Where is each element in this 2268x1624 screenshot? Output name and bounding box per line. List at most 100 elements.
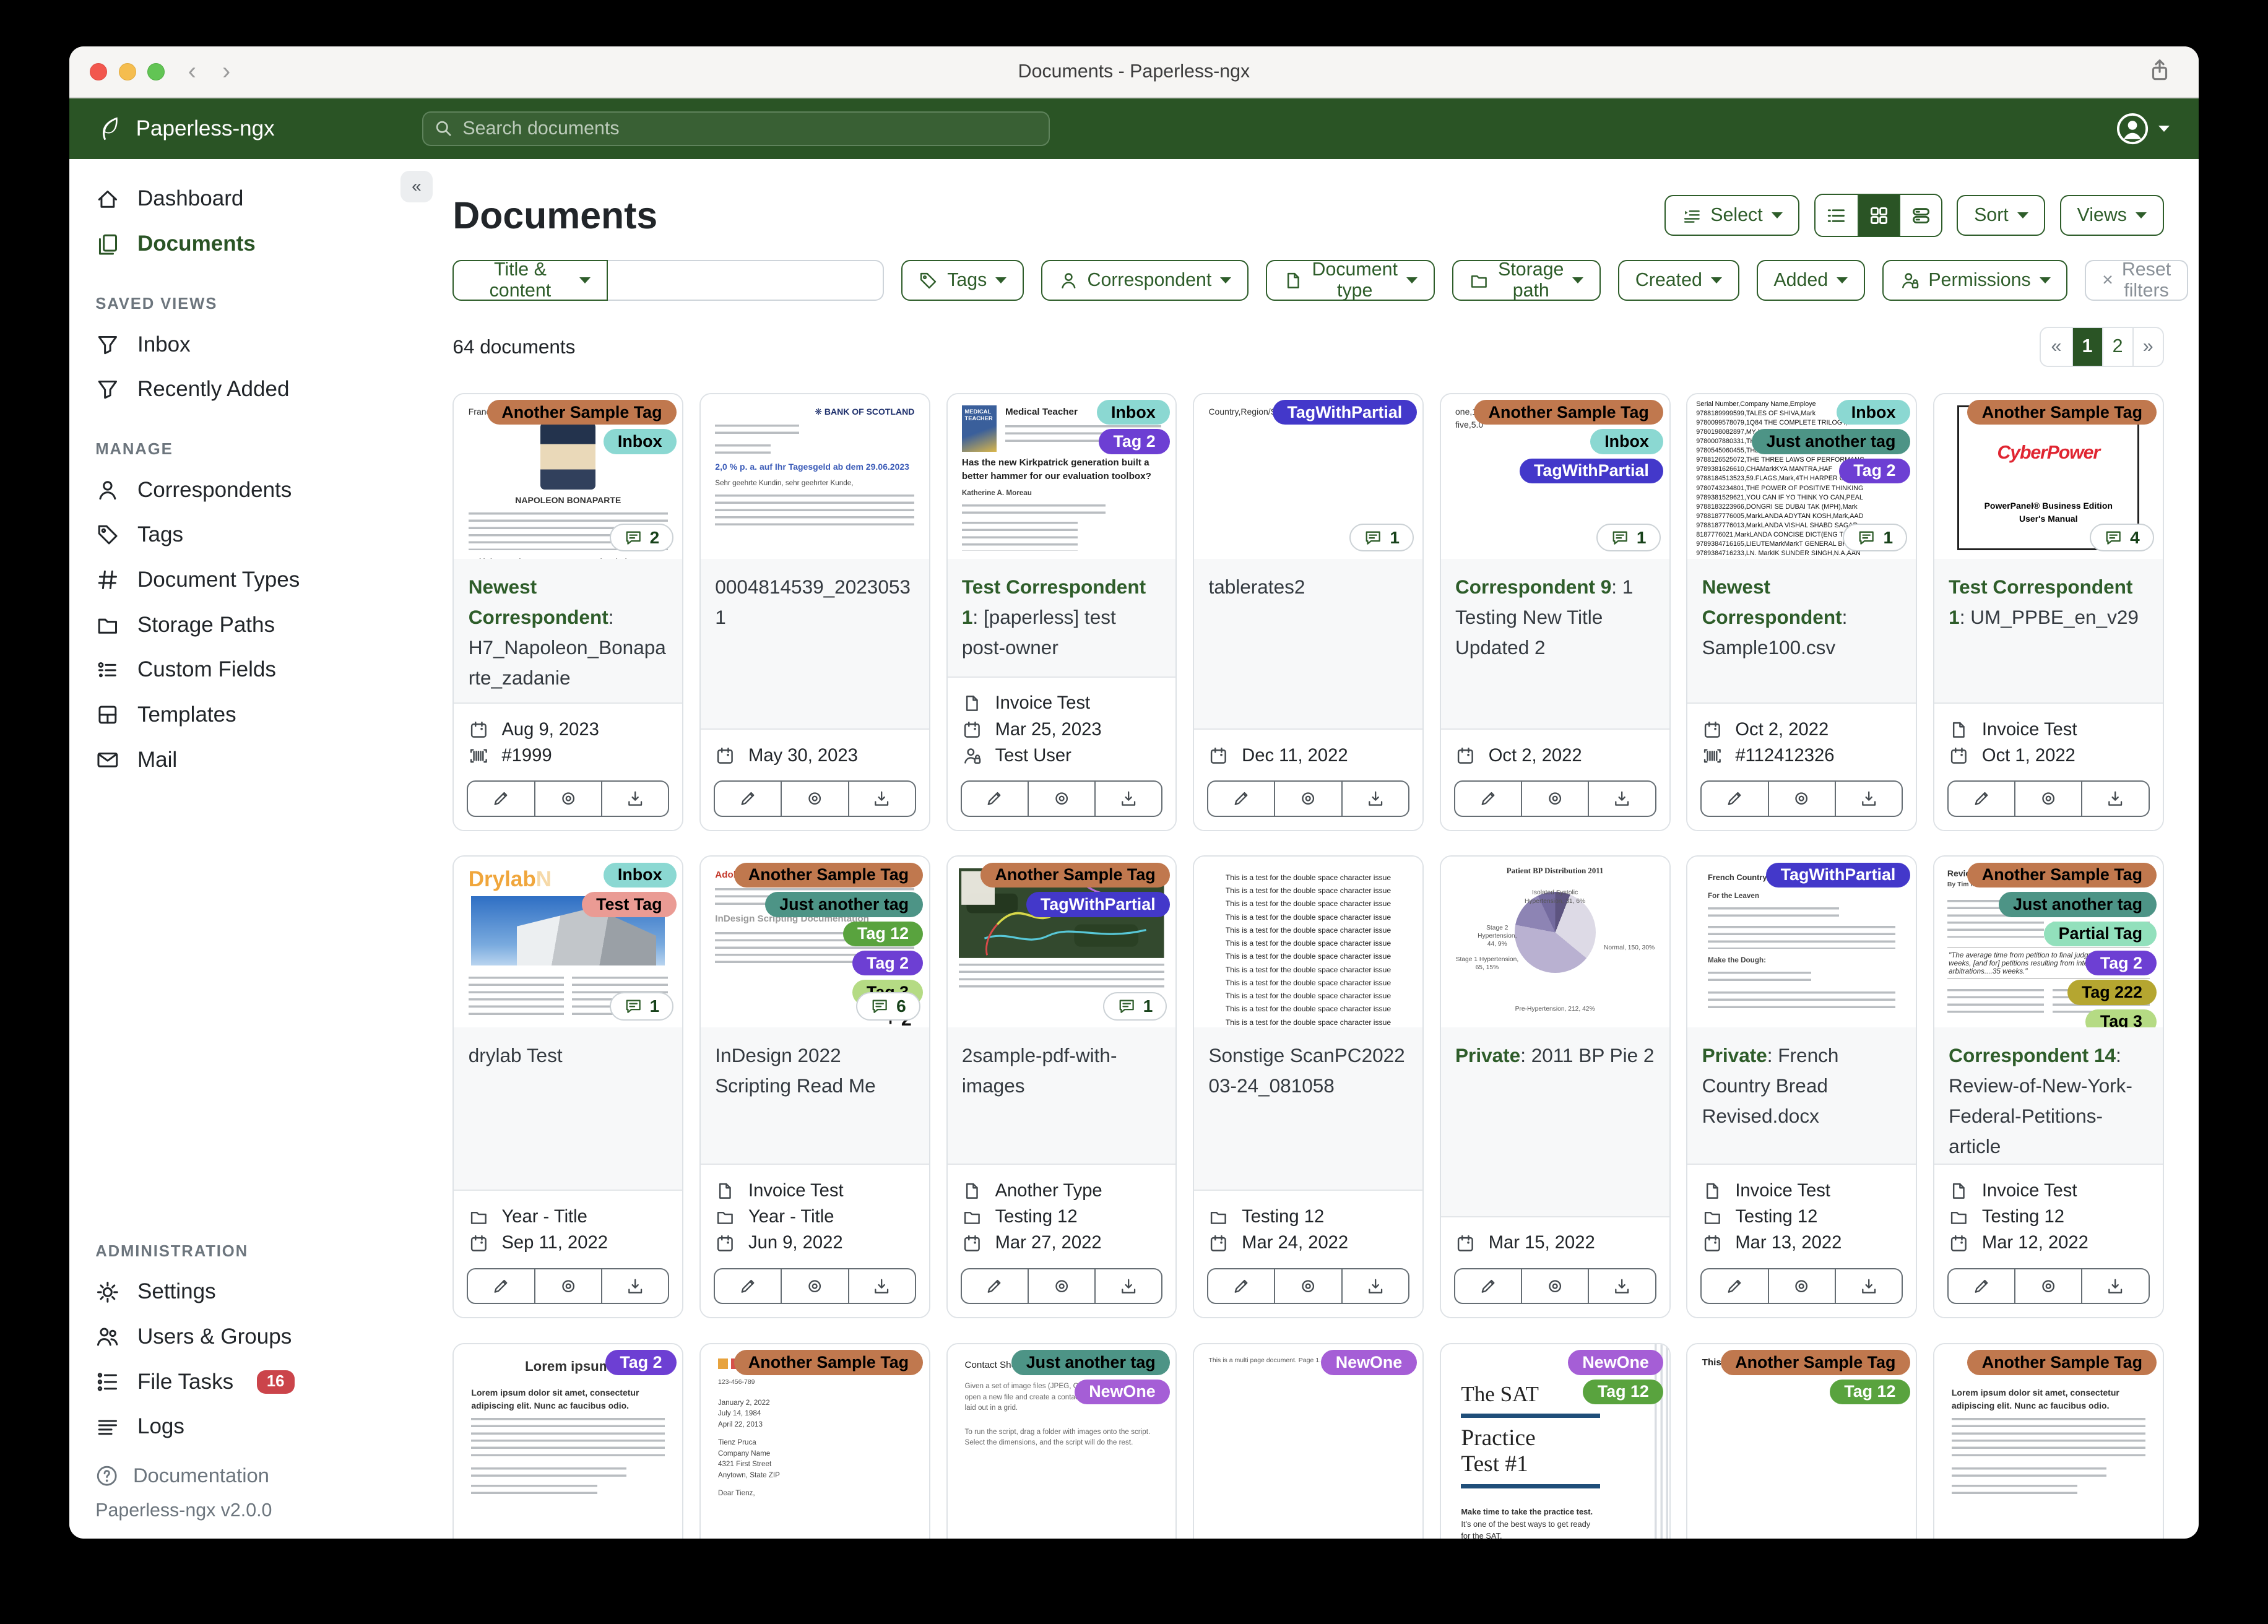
pagination-nav[interactable]: « xyxy=(2041,327,2072,366)
views-button[interactable]: Views xyxy=(2059,195,2164,236)
tag-pill-newone[interactable]: NewOne xyxy=(1321,1350,1417,1375)
tag-pill-tag-222[interactable]: Tag 222 xyxy=(2067,980,2157,1005)
sidebar-item-storage-paths[interactable]: Storage Paths xyxy=(69,602,419,647)
filter-permissions-button[interactable]: Permissions xyxy=(1882,260,2068,301)
view-button[interactable] xyxy=(1028,780,1096,817)
sidebar-item-settings[interactable]: Settings xyxy=(69,1269,419,1315)
tag-pill-tag-12[interactable]: Tag 12 xyxy=(1583,1379,1664,1404)
view-button[interactable] xyxy=(1768,780,1836,817)
document-card[interactable]: Country,Region/State," TagWithPartial 1 tab… xyxy=(1193,392,1424,831)
tag-pill-tag-2[interactable]: Tag 2 xyxy=(1838,458,1910,484)
view-button[interactable] xyxy=(1275,1268,1343,1305)
download-button[interactable] xyxy=(1589,780,1656,817)
download-button[interactable] xyxy=(1835,780,1903,817)
edit-button[interactable] xyxy=(1207,1268,1276,1305)
tag-pill-another-sample-tag[interactable]: Another Sample Tag xyxy=(1474,400,1664,425)
pagination-page-1[interactable]: 1 xyxy=(2071,327,2102,366)
document-thumbnail[interactable]: Contact Sheet Demo Given a set of image f… xyxy=(947,1344,1176,1539)
edit-button[interactable] xyxy=(1453,1268,1522,1305)
document-thumbnail[interactable]: This is a testAnother Sample TagTag 12 xyxy=(1687,1344,1916,1539)
document-thumbnail[interactable]: This is a test for the double space char… xyxy=(1194,857,1422,1028)
document-card[interactable]: Lorem ipsumLorem ipsum dolor sit amet, c… xyxy=(1933,1342,2164,1539)
document-card[interactable]: Serial Number,Company Name,Employe 978818… xyxy=(1686,392,1918,831)
view-button[interactable] xyxy=(782,780,849,817)
filter-document-type-button[interactable]: Document type xyxy=(1266,259,1435,301)
edit-button[interactable] xyxy=(1700,1268,1769,1305)
comments-count-pill[interactable]: 4 xyxy=(2090,524,2154,552)
edit-button[interactable] xyxy=(1947,1268,2016,1305)
document-card[interactable]: This is a multi page document. Page 1. Ne… xyxy=(1193,1342,1424,1539)
tag-pill-just-another-tag[interactable]: Just another tag xyxy=(764,892,924,917)
edit-button[interactable] xyxy=(960,1268,1029,1305)
download-button[interactable] xyxy=(849,1268,916,1305)
user-menu[interactable] xyxy=(2115,111,2199,146)
document-title[interactable]: 0004814539_20230531 xyxy=(700,559,929,730)
tag-pill-newone[interactable]: NewOne xyxy=(1074,1379,1171,1404)
edit-button[interactable] xyxy=(1700,780,1769,817)
document-thumbnail[interactable]: ❋ BANK OF SCOTLAND 2,0 % p. a. auf Ihr Ta… xyxy=(700,394,929,559)
reset-filters-button[interactable]: × Reset filters xyxy=(2085,259,2188,301)
document-correspondent[interactable]: Correspondent 9 xyxy=(1455,576,1611,598)
download-button[interactable] xyxy=(1096,780,1163,817)
document-correspondent[interactable]: Correspondent 14 xyxy=(1949,1044,2116,1066)
document-thumbnail[interactable]: This is a multi page document. Page 1. Ne… xyxy=(1194,1344,1422,1539)
filter-storage-path-button[interactable]: Storage path xyxy=(1452,259,1601,301)
title-content-input[interactable] xyxy=(607,260,884,301)
document-card[interactable]: Patient BP Distribution 2011 Isolated Sys… xyxy=(1439,855,1671,1319)
document-thumbnail[interactable]: The SAT Practice Test #1 Make time to take … xyxy=(1440,1344,1669,1539)
download-button[interactable] xyxy=(602,1268,670,1305)
tag-pill-another-sample-tag[interactable]: Another Sample Tag xyxy=(1967,1350,2157,1375)
document-card[interactable]: French Country Bread For the Leaven Make t… xyxy=(1686,855,1918,1319)
document-card[interactable]: ❋ BANK OF SCOTLAND 2,0 % p. a. auf Ihr Ta… xyxy=(699,392,930,831)
document-title[interactable]: Private: 2011 BP Pie 2 xyxy=(1440,1027,1669,1217)
sidebar-item-inbox[interactable]: Inbox xyxy=(69,322,419,367)
document-card[interactable]: one,1.0 five,5.0 Another Sample Tag Inbox Ta… xyxy=(1439,392,1671,831)
tag-pill-inbox[interactable]: Inbox xyxy=(1837,400,1910,425)
tag-pill-another-sample-tag[interactable]: Another Sample Tag xyxy=(1720,1350,1910,1375)
sidebar-item-documents[interactable]: Documents xyxy=(69,222,419,267)
document-title[interactable]: Private: French Country Bread Revised.do… xyxy=(1687,1027,1916,1165)
tag-pill-just-another-tag[interactable]: Just another tag xyxy=(1011,1350,1171,1375)
tag-pill-tag-12[interactable]: Tag 12 xyxy=(1829,1379,1910,1404)
view-button[interactable] xyxy=(1521,780,1590,817)
sidebar-collapse-button[interactable]: « xyxy=(400,170,433,203)
documentation-link[interactable]: Documentation xyxy=(95,1464,393,1487)
document-card[interactable]: This is a testAnother Sample TagTag 12 xyxy=(1686,1342,1918,1539)
document-thumbnail[interactable]: DrylabN Inbox Test Tag 1 xyxy=(454,857,683,1028)
edit-button[interactable] xyxy=(713,780,782,817)
view-button[interactable] xyxy=(1275,780,1343,817)
document-thumbnail[interactable]: French Country Bread For the Leaven Make t… xyxy=(1687,857,1916,1028)
download-button[interactable] xyxy=(2082,780,2150,817)
title-content-dropdown[interactable]: Title & content xyxy=(452,259,608,301)
document-title[interactable]: Test Correspondent 1: UM_PPBE_en_v29 xyxy=(1934,559,2163,704)
tag-pill-another-sample-tag[interactable]: Another Sample Tag xyxy=(487,400,677,425)
app-brand[interactable]: Paperless-ngx xyxy=(69,115,422,142)
tag-pill-inbox[interactable]: Inbox xyxy=(1096,400,1171,425)
document-card[interactable]: The SAT Practice Test #1 Make time to take … xyxy=(1439,1342,1671,1539)
tag-pill-tagwithpartial[interactable]: TagWithPartial xyxy=(1766,862,1910,888)
document-card[interactable]: MEDICAL TEACHER Medical Teacher Has the ne… xyxy=(946,392,1177,831)
tag-pill-another-sample-tag[interactable]: Another Sample Tag xyxy=(734,862,924,888)
download-button[interactable] xyxy=(1342,1268,1409,1305)
tag-pill-just-another-tag[interactable]: Just another tag xyxy=(1998,892,2157,917)
tag-pill-inbox[interactable]: Inbox xyxy=(603,429,677,454)
document-title[interactable]: Correspondent 14: Review-of-New-York-Fed… xyxy=(1934,1027,2163,1165)
document-correspondent[interactable]: Private xyxy=(1455,1044,1520,1066)
detail-view-button[interactable] xyxy=(1899,195,1941,236)
document-thumbnail[interactable]: Another Sample Tag TagWithPartial 1 xyxy=(947,857,1176,1028)
document-title[interactable]: 2sample-pdf-with-images xyxy=(947,1027,1176,1165)
document-card[interactable]: Review of Arbitral Awards Certainty of A… xyxy=(1933,855,2164,1319)
view-button[interactable] xyxy=(535,1268,602,1305)
tag-pill-tagwithpartial[interactable]: TagWithPartial xyxy=(1273,400,1417,425)
document-title[interactable]: Newest Correspondent: Sample100.csv xyxy=(1687,559,1916,704)
document-card[interactable]: CyberPower PowerPanel® Business Edition Us… xyxy=(1933,392,2164,831)
tag-pill-test-tag[interactable]: Test Tag xyxy=(581,892,677,917)
document-correspondent[interactable]: Private xyxy=(1702,1044,1767,1066)
comments-count-pill[interactable]: 1 xyxy=(1596,524,1661,552)
document-correspondent[interactable]: Newest Correspondent xyxy=(1702,576,1842,628)
edit-button[interactable] xyxy=(1947,780,2016,817)
document-thumbnail[interactable]: MEDICAL TEACHER Medical Teacher Has the ne… xyxy=(947,394,1176,559)
comments-count-pill[interactable]: 1 xyxy=(609,992,674,1021)
tag-pill-inbox[interactable]: Inbox xyxy=(1590,429,1664,454)
view-button[interactable] xyxy=(2015,780,2083,817)
